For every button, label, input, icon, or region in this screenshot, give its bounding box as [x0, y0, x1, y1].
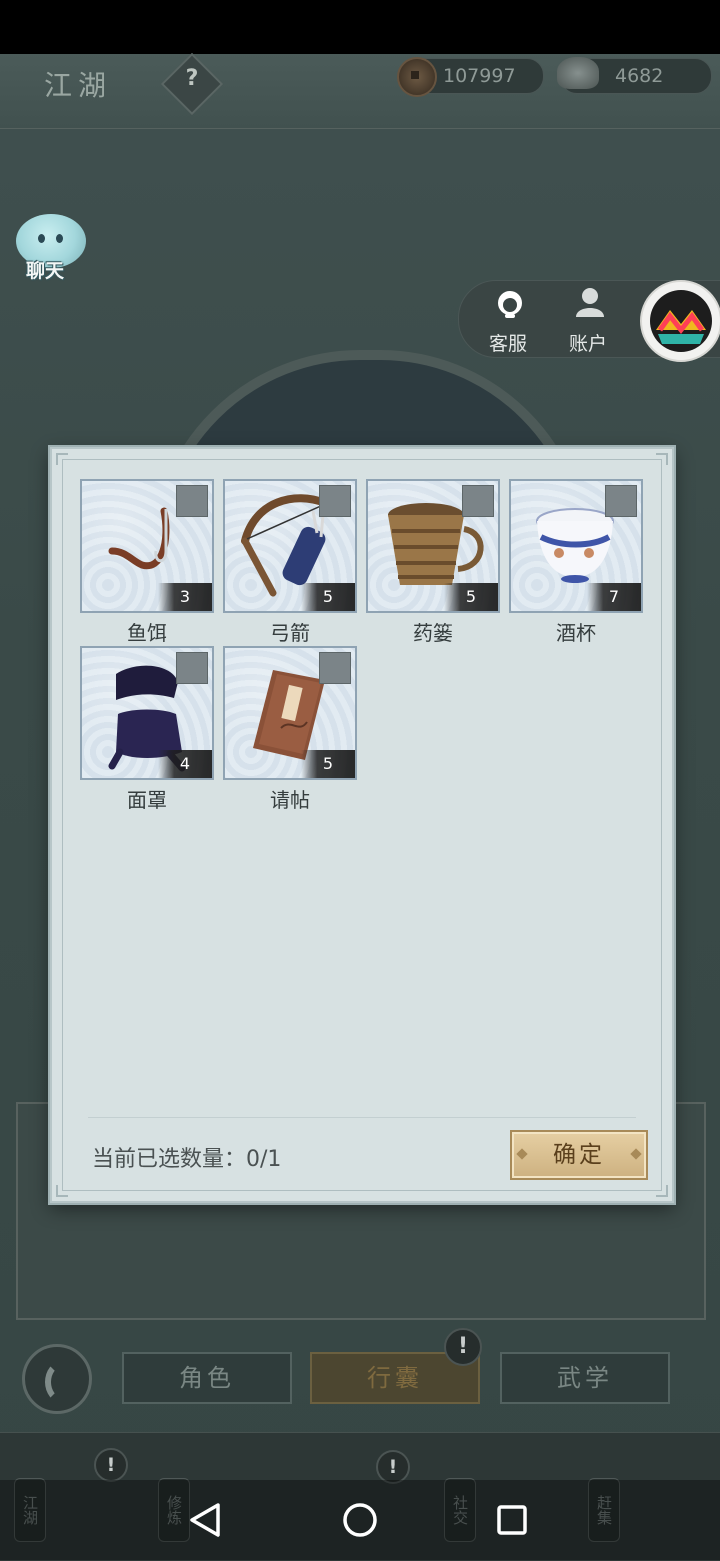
- select-checkbox[interactable]: [319, 485, 351, 517]
- corner-ornament: [656, 453, 668, 465]
- item-name: 弓箭: [270, 621, 310, 645]
- account-label[interactable]: 账户: [569, 329, 607, 356]
- item-name: 药篓: [413, 621, 453, 645]
- copper-coin-counter: 107997: [397, 57, 544, 97]
- item-slot[interactable]: 7: [509, 479, 643, 613]
- confirm-button[interactable]: 确定: [510, 1130, 648, 1180]
- customer-service-icon[interactable]: [493, 287, 527, 321]
- item-name: 鱼饵: [127, 621, 167, 645]
- system-recents-icon[interactable]: [496, 1504, 528, 1536]
- bag-alert-badge: !: [444, 1328, 482, 1366]
- item-name: 请帖: [270, 788, 310, 812]
- select-checkbox[interactable]: [176, 652, 208, 684]
- system-back-icon[interactable]: [188, 1502, 222, 1538]
- item-count: 5: [301, 750, 355, 778]
- customer-service-label[interactable]: 客服: [489, 329, 527, 356]
- system-navigation-bar: [0, 1480, 720, 1560]
- item-card[interactable]: 4 面罩: [80, 646, 214, 814]
- item-count: 7: [587, 583, 641, 611]
- corner-ornament: [56, 1185, 68, 1197]
- item-slot[interactable]: 5: [366, 479, 500, 613]
- item-slot[interactable]: 4: [80, 646, 214, 780]
- item-card[interactable]: 3 鱼饵: [80, 479, 214, 647]
- corner-ornament: [56, 453, 68, 465]
- item-name: 面罩: [127, 788, 167, 812]
- chat-label[interactable]: 聊天: [26, 256, 64, 283]
- select-checkbox[interactable]: [176, 485, 208, 517]
- selected-count-label: 当前已选数量：0/1: [92, 1147, 282, 1172]
- back-button[interactable]: [22, 1344, 92, 1414]
- silver-amount: 4682: [615, 65, 664, 87]
- item-count: 4: [158, 750, 212, 778]
- location-title: 江湖: [44, 69, 113, 102]
- chat-icon-eye-left: [38, 234, 45, 243]
- silver-counter: 4682: [557, 57, 712, 94]
- nav-alert-badge: !: [94, 1448, 128, 1482]
- status-bar: [0, 0, 720, 54]
- corner-ornament: [656, 1185, 668, 1197]
- account-icon[interactable]: [573, 285, 607, 319]
- item-count: 5: [301, 583, 355, 611]
- platform-logo-icon: [650, 290, 712, 352]
- help-icon: ?: [185, 66, 199, 91]
- tab-martial-arts[interactable]: 武学: [500, 1352, 670, 1404]
- item-card[interactable]: 5 请帖: [223, 646, 357, 814]
- item-count: 5: [444, 583, 498, 611]
- copper-coin-amount: 107997: [443, 65, 516, 87]
- item-select-dialog: 3 鱼饵 5 弓箭 5 药篓 7 酒杯 4 面罩 5 请帖 当前已选数量：0/1…: [50, 447, 674, 1203]
- item-slot[interactable]: 3: [80, 479, 214, 613]
- location-title-area: 江湖: [14, 58, 174, 104]
- item-slot[interactable]: 5: [223, 479, 357, 613]
- chat-icon-eye-right: [56, 234, 63, 243]
- silver-ingot-icon: [557, 57, 599, 89]
- select-checkbox[interactable]: [605, 485, 637, 517]
- item-count: 3: [158, 583, 212, 611]
- item-card[interactable]: 5 弓箭: [223, 479, 357, 647]
- select-checkbox[interactable]: [462, 485, 494, 517]
- select-checkbox[interactable]: [319, 652, 351, 684]
- dialog-divider: [88, 1117, 636, 1118]
- item-slot[interactable]: 5: [223, 646, 357, 780]
- item-card[interactable]: 7 酒杯: [509, 479, 643, 647]
- system-home-icon[interactable]: [342, 1502, 378, 1538]
- nav-alert-badge-center: !: [376, 1450, 410, 1484]
- item-name: 酒杯: [556, 621, 596, 645]
- tab-role[interactable]: 角色: [122, 1352, 292, 1404]
- platform-logo-button[interactable]: [640, 280, 720, 362]
- item-card[interactable]: 5 药篓: [366, 479, 500, 647]
- copper-coin-icon: [397, 57, 437, 97]
